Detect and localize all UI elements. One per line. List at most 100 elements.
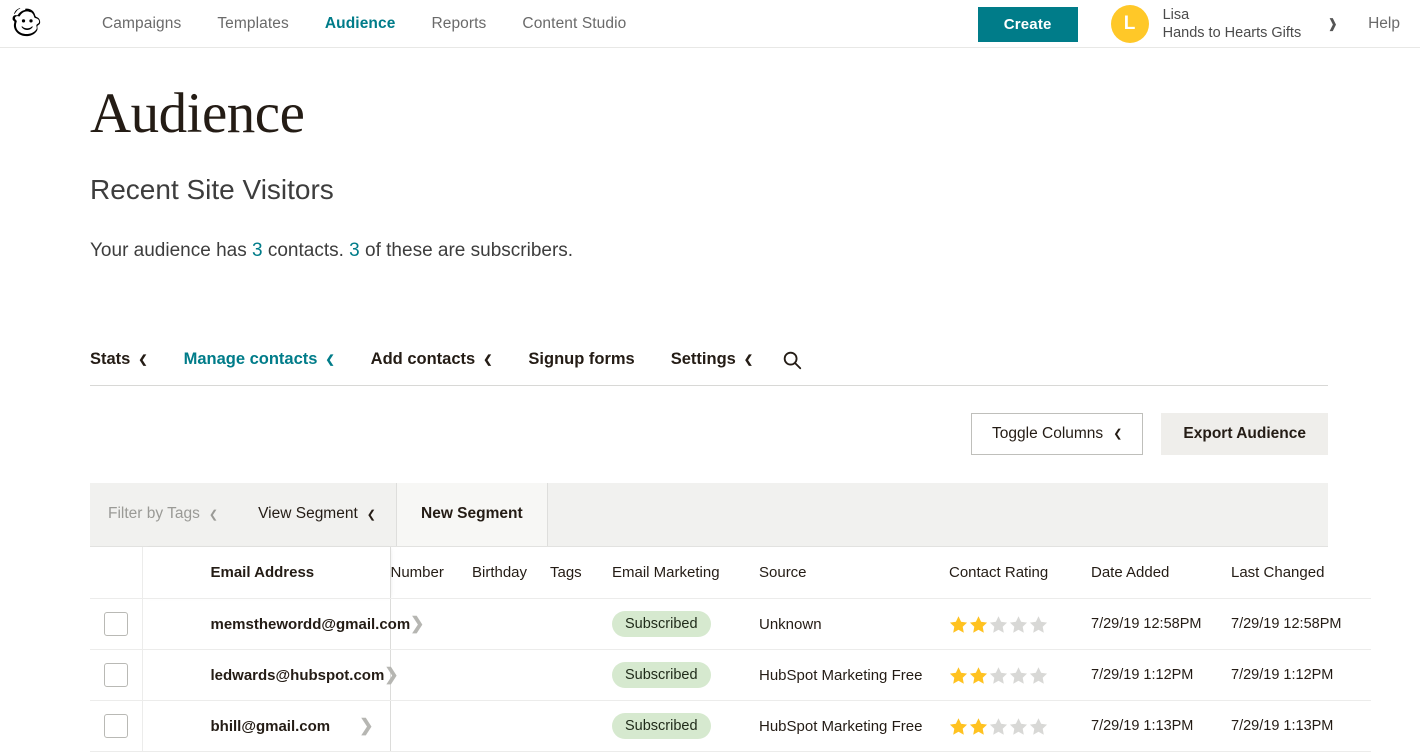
chevron-right-icon[interactable]: ❯ bbox=[410, 614, 424, 634]
column-header-birthday[interactable]: Birthday bbox=[472, 546, 550, 600]
help-link[interactable]: Help bbox=[1368, 15, 1400, 33]
cell-date-added: 7/29/19 1:13PM bbox=[1091, 700, 1231, 753]
table-row[interactable]: memsthewordd@gmail.com ❯ Subscribed Unknown… bbox=[90, 598, 1371, 651]
chevron-down-icon: ❮ bbox=[483, 354, 493, 367]
filter-by-tags-label: Filter by Tags bbox=[108, 505, 200, 523]
column-header-last-changed[interactable]: Last Changed bbox=[1231, 546, 1371, 600]
column-header-number[interactable]: Number bbox=[390, 546, 472, 600]
cell-tags bbox=[550, 649, 612, 702]
star-icon bbox=[1029, 616, 1048, 633]
row-checkbox[interactable] bbox=[103, 714, 128, 739]
star-icon bbox=[1009, 667, 1028, 684]
subscribers-count[interactable]: 3 bbox=[349, 240, 360, 261]
primary-nav-links: Campaigns Templates Audience Reports Con… bbox=[84, 11, 644, 37]
column-header-tags[interactable]: Tags bbox=[550, 546, 612, 600]
account-name: Lisa bbox=[1162, 6, 1190, 23]
page-title: Audience bbox=[90, 82, 305, 145]
column-header-source[interactable]: Source bbox=[759, 546, 949, 600]
cell-tags bbox=[550, 700, 612, 753]
view-segment-label: View Segment bbox=[258, 505, 358, 523]
cell-tags bbox=[550, 598, 612, 651]
chevron-right-icon[interactable]: ❯ bbox=[384, 665, 398, 685]
star-rating[interactable] bbox=[949, 666, 1091, 685]
nav-link-campaigns[interactable]: Campaigns bbox=[84, 11, 199, 37]
row-checkbox[interactable] bbox=[103, 612, 128, 637]
star-icon bbox=[989, 667, 1008, 684]
tab-stats[interactable]: Stats ❮ bbox=[90, 350, 148, 369]
mailchimp-freddie-logo-icon[interactable] bbox=[5, 3, 47, 45]
cell-date-added: 7/29/19 1:12PM bbox=[1091, 649, 1231, 702]
star-icon bbox=[969, 616, 988, 633]
contacts-table-wrapper: Email Address Number Birthday Tags Email… bbox=[90, 546, 1371, 753]
star-icon bbox=[949, 667, 968, 684]
tab-manage-contacts[interactable]: Manage contacts ❮ bbox=[184, 350, 335, 369]
export-audience-button[interactable]: Export Audience bbox=[1161, 412, 1328, 455]
tab-add-contacts[interactable]: Add contacts ❮ bbox=[371, 350, 493, 369]
summary-suffix: of these are subscribers. bbox=[359, 239, 574, 261]
status-badge: Subscribed bbox=[612, 713, 711, 740]
star-icon bbox=[949, 616, 968, 633]
star-icon bbox=[1029, 718, 1048, 735]
create-button[interactable]: Create bbox=[977, 6, 1078, 42]
tab-settings[interactable]: Settings ❮ bbox=[671, 350, 753, 369]
table-row[interactable]: bhill@gmail.com ❯ Subscribed HubSpot Market… bbox=[90, 700, 1371, 753]
star-icon bbox=[1009, 718, 1028, 735]
avatar[interactable]: L bbox=[1110, 5, 1149, 43]
cell-email-marketing: Subscribed bbox=[612, 700, 759, 753]
nav-link-templates[interactable]: Templates bbox=[199, 11, 307, 37]
star-icon bbox=[1009, 616, 1028, 633]
select-all-header bbox=[90, 546, 143, 600]
star-icon bbox=[969, 667, 988, 684]
summary-prefix: Your audience has bbox=[90, 239, 252, 261]
cell-contact-rating[interactable] bbox=[949, 700, 1091, 753]
chevron-down-icon: ❮ bbox=[366, 508, 376, 521]
cell-contact-rating[interactable] bbox=[949, 598, 1091, 651]
account-org: Hands to Hearts Gifts bbox=[1162, 25, 1302, 41]
cell-email-address[interactable]: bhill@gmail.com ❯ bbox=[142, 700, 391, 753]
cell-last-changed: 7/29/19 1:13PM bbox=[1231, 700, 1371, 753]
cell-contact-rating[interactable] bbox=[949, 649, 1091, 702]
top-nav-right-cluster: Create L Lisa Hands to Hearts Gifts ❱ He… bbox=[977, 0, 1420, 48]
email-address-text: ledwards@hubspot.com bbox=[210, 666, 385, 684]
column-header-email-marketing[interactable]: Email Marketing bbox=[612, 546, 759, 600]
table-toolbar: Toggle Columns ❮ Export Audience bbox=[90, 412, 1328, 455]
star-icon bbox=[949, 718, 968, 735]
contacts-count[interactable]: 3 bbox=[252, 240, 263, 261]
star-icon bbox=[989, 616, 1008, 633]
cell-email-marketing: Subscribed bbox=[612, 649, 759, 702]
column-header-email-address[interactable]: Email Address bbox=[142, 546, 391, 600]
column-header-contact-rating[interactable]: Contact Rating bbox=[949, 546, 1091, 600]
star-icon bbox=[969, 718, 988, 735]
row-select-cell bbox=[90, 598, 143, 651]
nav-link-reports[interactable]: Reports bbox=[413, 11, 504, 37]
row-select-cell bbox=[90, 649, 143, 702]
section-tabs: Stats ❮ Manage contacts ❮ Add contacts ❮… bbox=[90, 349, 1328, 386]
contacts-table-head: Email Address Number Birthday Tags Email… bbox=[90, 546, 1371, 600]
star-rating[interactable] bbox=[949, 717, 1091, 736]
cell-source: HubSpot Marketing Free bbox=[759, 649, 949, 702]
nav-link-content-studio[interactable]: Content Studio bbox=[504, 11, 644, 37]
nav-link-audience[interactable]: Audience bbox=[307, 11, 414, 37]
search-icon[interactable] bbox=[781, 349, 803, 371]
segment-bar-filler bbox=[548, 483, 1328, 546]
star-rating[interactable] bbox=[949, 615, 1091, 634]
cell-email-marketing: Subscribed bbox=[612, 598, 759, 651]
email-address-text: bhill@gmail.com bbox=[210, 717, 331, 735]
column-header-date-added[interactable]: Date Added bbox=[1091, 546, 1231, 600]
tab-signup-forms-label: Signup forms bbox=[528, 350, 635, 369]
row-checkbox[interactable] bbox=[103, 663, 128, 688]
new-segment-button[interactable]: New Segment bbox=[396, 482, 548, 546]
tab-signup-forms[interactable]: Signup forms bbox=[528, 350, 634, 369]
chevron-down-icon[interactable]: ❱ bbox=[1327, 16, 1338, 32]
cell-last-changed: 7/29/19 1:12PM bbox=[1231, 649, 1371, 702]
account-info[interactable]: Lisa Hands to Hearts Gifts bbox=[1163, 6, 1302, 42]
cell-number bbox=[390, 700, 472, 753]
cell-email-address[interactable]: ledwards@hubspot.com ❯ bbox=[142, 649, 399, 702]
cell-email-address[interactable]: memsthewordd@gmail.com ❯ bbox=[142, 598, 424, 651]
toggle-columns-button[interactable]: Toggle Columns ❮ bbox=[971, 412, 1144, 455]
chevron-right-icon[interactable]: ❯ bbox=[359, 716, 373, 736]
view-segment-dropdown[interactable]: View Segment ❮ bbox=[238, 483, 396, 546]
filter-by-tags-dropdown[interactable]: Filter by Tags ❮ bbox=[90, 483, 238, 546]
table-row[interactable]: ledwards@hubspot.com ❯ Subscribed HubSpot M… bbox=[90, 649, 1371, 702]
chevron-down-icon: ❮ bbox=[325, 354, 335, 367]
